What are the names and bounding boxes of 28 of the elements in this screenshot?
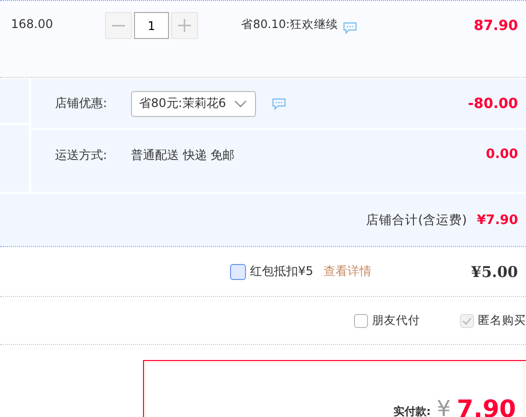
option-label: 朋友代付 [372, 313, 420, 328]
chevron-down-icon [234, 100, 247, 108]
currency-symbol: ¥ [436, 399, 451, 417]
minus-icon [112, 24, 125, 26]
discount-amount: -80.00 [468, 96, 518, 112]
shipping-amount: 0.00 [486, 147, 518, 162]
voucher-amount: ¥5.00 [471, 262, 518, 280]
store-total-amount: ¥7.90 [476, 212, 518, 228]
chat-icon[interactable] [272, 98, 286, 110]
checkbox[interactable] [354, 314, 368, 328]
payment-label: 实付款: [393, 404, 431, 417]
discount-dropdown[interactable]: 省80元:茉莉花6 [131, 90, 256, 116]
quantity-field[interactable]: 1 [134, 12, 169, 39]
shipping-method: 普通配送 快递 免邮 [131, 147, 235, 164]
item-subtotal: 87.90 [474, 18, 518, 34]
store-total-label: 店铺合计(含运费) [366, 212, 467, 228]
promotion-text: 省80.10:狂欢继续 [241, 17, 338, 32]
shipping-label: 运送方式: [55, 147, 108, 164]
voucher-checkbox[interactable] [230, 264, 246, 280]
decrease-button[interactable] [105, 12, 132, 39]
voucher-label: 红包抵扣¥5 [250, 263, 314, 280]
option-label: 匿名购买 [478, 313, 526, 328]
discount-label: 店铺优惠: [55, 95, 108, 112]
unit-price: 168.00 [11, 17, 54, 31]
payment-amount: 7.90 [456, 397, 516, 417]
plus-icon [178, 19, 191, 32]
increase-button[interactable] [171, 12, 198, 39]
chat-icon[interactable] [342, 22, 357, 34]
